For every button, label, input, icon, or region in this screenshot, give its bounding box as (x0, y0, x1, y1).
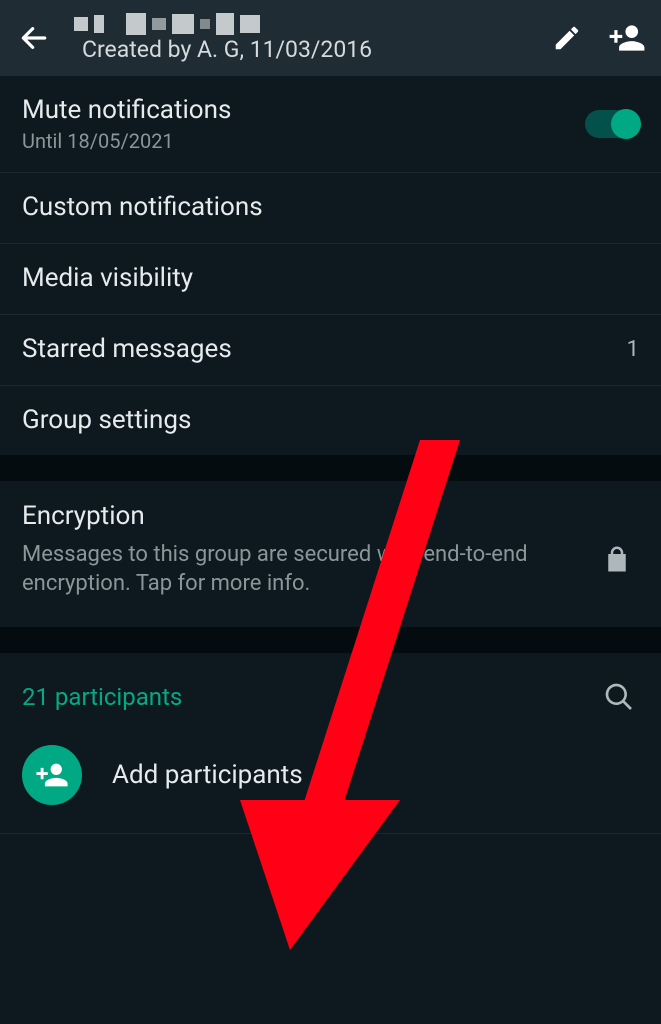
encryption-title: Encryption (22, 501, 581, 531)
title-area: Created by A. G, 11/03/2016 (74, 13, 527, 62)
media-visibility-row[interactable]: Media visibility (0, 244, 661, 315)
custom-notif-label: Custom notifications (22, 193, 639, 223)
starred-count: 1 (627, 337, 639, 362)
add-participants-icon (22, 745, 82, 805)
starred-messages-row[interactable]: Starred messages 1 (0, 315, 661, 386)
group-settings-label: Group settings (22, 406, 639, 436)
encryption-row[interactable]: Encryption Messages to this group are se… (0, 481, 661, 626)
back-button[interactable] (14, 18, 54, 58)
participants-header: 21 participants (0, 653, 661, 725)
section-divider (0, 455, 661, 481)
add-participants-label: Add participants (112, 760, 303, 790)
mute-label: Mute notifications (22, 96, 573, 126)
group-info-screen: Created by A. G, 11/03/2016 Mute notific… (0, 0, 661, 1024)
custom-notifications-row[interactable]: Custom notifications (0, 173, 661, 244)
media-vis-label: Media visibility (22, 264, 639, 294)
group-created-by: Created by A. G, 11/03/2016 (82, 37, 527, 62)
mute-sub: Until 18/05/2021 (22, 130, 573, 152)
section-divider-2 (0, 627, 661, 653)
group-settings-row[interactable]: Group settings (0, 386, 661, 456)
mute-notifications-row[interactable]: Mute notifications Until 18/05/2021 (0, 76, 661, 173)
app-bar: Created by A. G, 11/03/2016 (0, 0, 661, 76)
add-participants-row[interactable]: Add participants (0, 725, 661, 834)
group-name-redacted (74, 13, 527, 35)
search-participants-button[interactable] (599, 677, 639, 717)
add-participant-button[interactable] (607, 18, 647, 58)
mute-toggle[interactable] (585, 110, 639, 138)
starred-label: Starred messages (22, 335, 615, 365)
participants-count: 21 participants (22, 683, 599, 711)
edit-button[interactable] (547, 18, 587, 58)
encryption-desc: Messages to this group are secured with … (22, 541, 581, 598)
lock-icon (595, 537, 639, 581)
settings-section: Mute notifications Until 18/05/2021 Cust… (0, 76, 661, 455)
